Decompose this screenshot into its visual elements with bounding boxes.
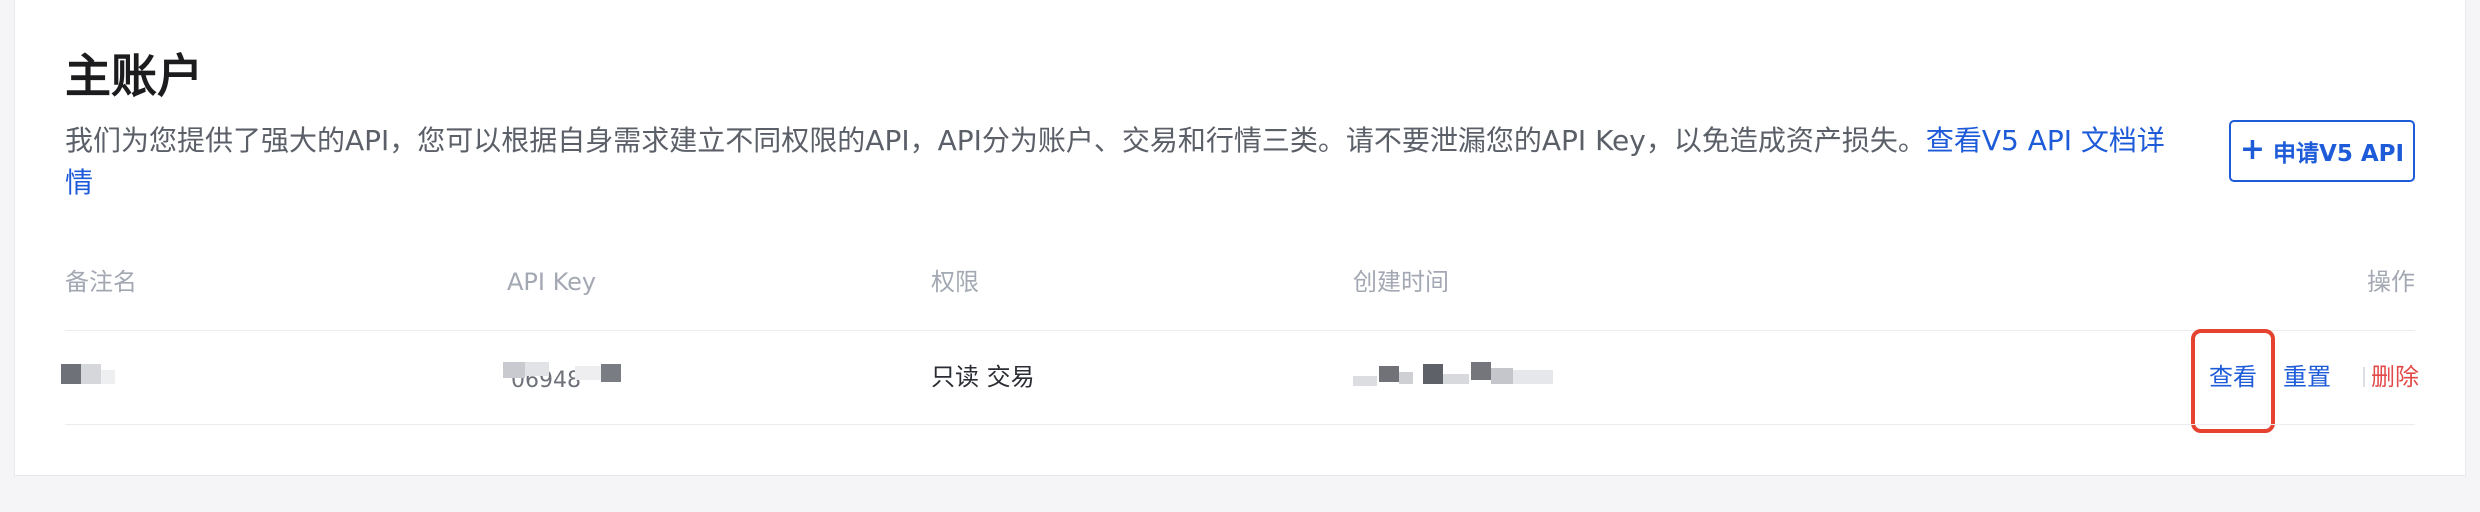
table-header-divider	[65, 330, 2415, 331]
plus-icon: +	[2239, 131, 2266, 167]
permission-value: 只读 交易	[931, 363, 1035, 391]
api-description: 我们为您提供了强大的API，您可以根据自身需求建立不同权限的API，API分为账…	[65, 120, 2185, 204]
page-title: 主账户	[65, 49, 203, 103]
mosaic-mask	[503, 362, 525, 378]
column-header-permission: 权限	[931, 268, 979, 296]
main-account-card: 主账户 我们为您提供了强大的API，您可以根据自身需求建立不同权限的API，AP…	[14, 0, 2466, 476]
mosaic-mask	[81, 364, 101, 384]
table-row-divider	[65, 424, 2415, 425]
reset-button[interactable]: 重置	[2283, 360, 2331, 394]
mosaic-mask	[1423, 364, 1443, 384]
mosaic-mask	[575, 366, 601, 380]
mosaic-mask	[601, 364, 621, 382]
mosaic-mask	[525, 362, 549, 376]
apply-v5-api-label: 申请V5 API	[2273, 141, 2405, 167]
delete-button[interactable]: 删除	[2371, 360, 2419, 394]
mosaic-mask	[101, 370, 115, 384]
column-header-remark: 备注名	[65, 268, 137, 296]
api-description-text: 我们为您提供了强大的API，您可以根据自身需求建立不同权限的API，API分为账…	[65, 124, 1926, 157]
mosaic-mask	[1353, 376, 1377, 386]
mosaic-mask	[61, 364, 81, 384]
apply-v5-api-button[interactable]: + 申请V5 API	[2229, 120, 2415, 182]
mosaic-mask	[1513, 370, 1553, 384]
view-highlight-box	[2191, 329, 2275, 433]
column-header-actions: 操作	[2367, 268, 2415, 296]
action-separator	[2363, 367, 2365, 387]
mosaic-mask	[1379, 366, 1399, 382]
column-header-created-time: 创建时间	[1353, 268, 1449, 296]
column-header-api-key: API Key	[507, 268, 597, 296]
mosaic-mask	[1491, 368, 1513, 384]
mosaic-mask	[1471, 362, 1491, 380]
mosaic-mask	[1443, 374, 1469, 384]
mosaic-mask	[1399, 372, 1413, 384]
